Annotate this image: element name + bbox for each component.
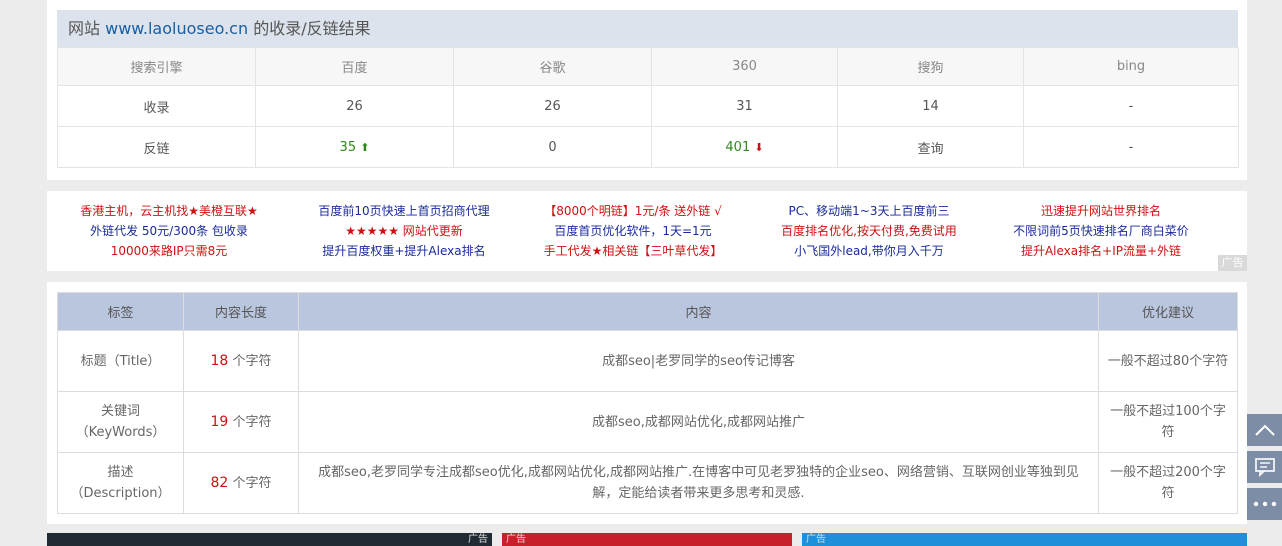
back-to-top-icon	[1254, 424, 1275, 436]
feedback-icon	[1254, 458, 1275, 477]
banner-ad-3[interactable]: 广告	[802, 533, 1247, 546]
backlink-google: 0	[453, 126, 652, 168]
header-bing: bing	[1023, 47, 1239, 86]
results-table: 搜索引擎 百度 谷歌 360 搜狗 bing 收录 26 26 31 14 - …	[57, 47, 1239, 168]
ad-link[interactable]: 迅速提升网站世界排名	[981, 201, 1221, 221]
meta-header-row: 标签 内容长度 内容 优化建议	[57, 292, 1238, 331]
advice-cell: 一般不超过200个字符	[1098, 452, 1238, 514]
ad-link[interactable]: ★★★★★ 网站代更新	[284, 221, 524, 241]
ad-link[interactable]: 外链代发 50元/300条 包收录	[49, 221, 289, 241]
indexed-360[interactable]: 31	[651, 85, 838, 127]
length-value: 18	[210, 352, 229, 369]
more-icon	[1253, 501, 1276, 507]
meta-row-keywords: 关键词（KeyWords） 19 个字符 成都seo,成都网站优化,成都网站推广…	[57, 391, 1238, 453]
header-360: 360	[651, 47, 838, 86]
indexed-sogou[interactable]: 14	[837, 85, 1024, 127]
ad-link[interactable]: 10000来路IP只需8元	[49, 241, 289, 261]
ad-tag: 广告	[506, 534, 526, 545]
site-link[interactable]: www.laoluoseo.cn	[105, 19, 248, 38]
results-title: 网站 www.laoluoseo.cn 的收录/反链结果	[57, 10, 1238, 47]
header-sogou: 搜狗	[837, 47, 1024, 86]
results-header-row: 搜索引擎 百度 谷歌 360 搜狗 bing	[57, 47, 1239, 86]
header-content: 内容	[298, 292, 1099, 331]
ad-tag: 广告	[806, 534, 826, 545]
indexed-row: 收录 26 26 31 14 -	[57, 85, 1239, 127]
length-unit: 个字符	[232, 475, 272, 491]
header-advice: 优化建议	[1098, 292, 1238, 331]
meta-panel: 标签 内容长度 内容 优化建议 标题（Title） 18 个字符 成都seo|老…	[47, 282, 1247, 524]
backlink-baidu[interactable]: 35	[340, 140, 357, 155]
ad-tag: 广告	[1218, 255, 1247, 271]
advice-cell: 一般不超过80个字符	[1098, 330, 1238, 392]
backlink-row: 反链 35 ⬆ 0 401 ⬇ 查询 -	[57, 126, 1239, 168]
tag-cell: 描述（Description）	[57, 452, 184, 514]
text-ads-panel: 香港主机，云主机找★美橙互联★ 外链代发 50元/300条 包收录 10000来…	[47, 191, 1247, 271]
arrow-down-icon: ⬇	[754, 140, 764, 154]
header-engine: 搜索引擎	[57, 47, 256, 86]
ad-link[interactable]: 香港主机，云主机找★美橙互联★	[49, 201, 289, 221]
ad-link[interactable]: 手工代发★相关链【三叶草代发】	[513, 241, 753, 261]
length-cell: 18 个字符	[183, 330, 299, 392]
tag-cell: 关键词（KeyWords）	[57, 391, 184, 453]
backlink-bing: -	[1023, 126, 1239, 168]
ad-link[interactable]: 百度首页优化软件，1天=1元	[513, 221, 753, 241]
backlink-360[interactable]: 401	[725, 140, 750, 155]
content-cell: 成都seo,老罗同学专注成都seo优化,成都网站优化,成都网站推广.在博客中可见…	[298, 452, 1099, 514]
results-panel: 网站 www.laoluoseo.cn 的收录/反链结果 搜索引擎 百度 谷歌 …	[47, 0, 1247, 180]
meta-table: 标签 内容长度 内容 优化建议 标题（Title） 18 个字符 成都seo|老…	[57, 292, 1238, 514]
ad-link[interactable]: 提升百度权重+提升Alexa排名	[284, 241, 524, 261]
ad-tag: 广告	[468, 534, 488, 545]
backlink-sogou-query-link[interactable]: 查询	[837, 126, 1024, 168]
meta-row-title: 标题（Title） 18 个字符 成都seo|老罗同学的seo传记博客 一般不超…	[57, 330, 1238, 392]
ad-link[interactable]: 不限词前5页快速排名厂商白菜价	[981, 221, 1221, 241]
indexed-bing: -	[1023, 85, 1239, 127]
length-unit: 个字符	[232, 353, 272, 369]
backlink-baidu-cell[interactable]: 35 ⬆	[255, 126, 454, 168]
header-tag: 标签	[57, 292, 184, 331]
row-label: 反链	[57, 126, 256, 168]
ad-link[interactable]: 小飞国外lead,带你月入千万	[749, 241, 989, 261]
length-unit: 个字符	[232, 414, 272, 430]
length-value: 82	[210, 474, 229, 491]
ad-column-5: 迅速提升网站世界排名 不限词前5页快速排名厂商白菜价 提升Alexa排名+IP流…	[981, 201, 1221, 261]
title-prefix: 网站	[68, 19, 101, 38]
arrow-up-icon: ⬆	[360, 140, 370, 154]
advice-cell: 一般不超过100个字符	[1098, 391, 1238, 453]
header-length: 内容长度	[183, 292, 299, 331]
length-cell: 19 个字符	[183, 391, 299, 453]
content-cell: 成都seo,成都网站优化,成都网站推广	[298, 391, 1099, 453]
banner-ad-2[interactable]: 广告	[502, 533, 792, 546]
more-button[interactable]	[1247, 488, 1282, 520]
indexed-baidu[interactable]: 26	[255, 85, 454, 127]
back-to-top-button[interactable]	[1247, 414, 1282, 446]
content-cell: 成都seo|老罗同学的seo传记博客	[298, 330, 1099, 392]
row-label: 收录	[57, 85, 256, 127]
ad-link[interactable]: 百度前10页快速上首页招商代理	[284, 201, 524, 221]
ad-link[interactable]: 百度排名优化,按天付费,免费试用	[749, 221, 989, 241]
indexed-google: 26	[453, 85, 652, 127]
banner-ad-1[interactable]: 广告	[47, 533, 492, 546]
title-suffix: 的收录/反链结果	[253, 19, 371, 38]
ad-link[interactable]: 【8000个明链】1元/条 送外链 √	[513, 201, 753, 221]
backlink-360-cell[interactable]: 401 ⬇	[651, 126, 838, 168]
ad-column-4: PC、移动端1~3天上百度前三 百度排名优化,按天付费,免费试用 小飞国外lea…	[749, 201, 989, 261]
ad-column-1: 香港主机，云主机找★美橙互联★ 外链代发 50元/300条 包收录 10000来…	[49, 201, 289, 261]
header-google: 谷歌	[453, 47, 652, 86]
feedback-button[interactable]	[1247, 451, 1282, 483]
length-cell: 82 个字符	[183, 452, 299, 514]
ad-column-2: 百度前10页快速上首页招商代理 ★★★★★ 网站代更新 提升百度权重+提升Ale…	[284, 201, 524, 261]
meta-row-description: 描述（Description） 82 个字符 成都seo,老罗同学专注成都seo…	[57, 452, 1238, 514]
ad-link[interactable]: 提升Alexa排名+IP流量+外链	[981, 241, 1221, 261]
header-baidu: 百度	[255, 47, 454, 86]
ad-column-3: 【8000个明链】1元/条 送外链 √ 百度首页优化软件，1天=1元 手工代发★…	[513, 201, 753, 261]
ad-link[interactable]: PC、移动端1~3天上百度前三	[749, 201, 989, 221]
length-value: 19	[210, 413, 229, 430]
tag-cell: 标题（Title）	[57, 330, 184, 392]
